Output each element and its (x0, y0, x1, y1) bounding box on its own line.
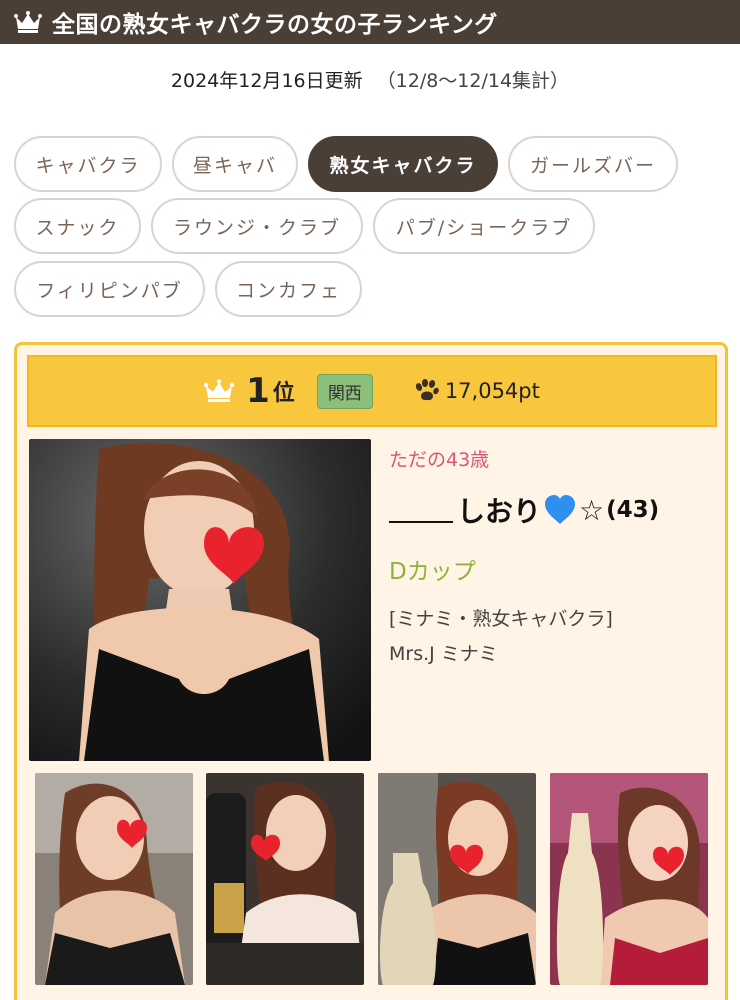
tab-label: キャバクラ (35, 154, 141, 177)
rank-header: 1 位 関西 17,054pt (27, 355, 717, 427)
tab-daytime-cabaret[interactable]: 昼キャバ (172, 136, 298, 192)
rank-number: 1 (246, 371, 270, 411)
region-badge: 関西 (316, 373, 373, 409)
tab-label: フィリピンパブ (36, 279, 183, 302)
main-profile-photo[interactable] (29, 439, 371, 761)
page-header: 全国の熟女キャバクラの女の子ランキング (0, 0, 740, 44)
catch-copy: ただの43歳 (389, 449, 490, 471)
tab-pub-show-club[interactable]: パブ/ショークラブ (373, 198, 595, 254)
name-suffix: ☆ (579, 493, 605, 527)
profile-thumbnail-1[interactable] (35, 773, 193, 985)
rank-suffix: 位 (272, 381, 295, 406)
tab-mature-cabaret[interactable]: 熟女キャバクラ (308, 136, 498, 192)
cup-size: Dカップ (389, 559, 476, 585)
tab-label: ラウンジ・クラブ (172, 216, 341, 239)
update-info: 2024年12月16日更新 （12/8〜12/14集計） (0, 66, 740, 93)
profile-name-row[interactable]: しおり ☆ (43) (389, 490, 719, 530)
profile-info: ただの43歳 しおり ☆ (43) Dカップ [ミナミ・熟女キャバクラ] Mrs… (389, 445, 719, 666)
crown-icon (204, 379, 235, 402)
tab-label: パブ/ショークラブ (395, 216, 573, 239)
tab-label: コンカフェ (235, 279, 341, 302)
crown-icon (14, 11, 42, 33)
ranking-points: 17,054pt (444, 379, 540, 403)
shop-name[interactable]: Mrs.J ミナミ (389, 639, 719, 666)
profile-thumbnail-4[interactable] (550, 773, 708, 985)
tab-cabaret[interactable]: キャバクラ (14, 136, 162, 192)
tab-label: 昼キャバ (192, 154, 277, 177)
update-date: 2024年12月16日更新 (170, 70, 363, 92)
tab-philippine-pub[interactable]: フィリピンパブ (14, 261, 205, 317)
profile-thumbnail-3[interactable] (378, 773, 536, 985)
profile-name: しおり (457, 495, 542, 528)
tab-concept-cafe[interactable]: コンカフェ (215, 261, 362, 317)
ranking-card[interactable]: 1 位 関西 17,054pt ただの43歳 しおり ☆ (43) Dカップ [… (14, 342, 728, 1000)
tab-lounge-club[interactable]: ラウンジ・クラブ (151, 198, 363, 254)
shop-category[interactable]: [ミナミ・熟女キャバクラ] (389, 604, 719, 631)
aggregation-range: （12/8〜12/14集計） (376, 70, 570, 92)
profile-thumbnail-2[interactable] (206, 773, 364, 985)
tab-snack[interactable]: スナック (14, 198, 141, 254)
paw-icon (415, 379, 439, 401)
tab-girls-bar[interactable]: ガールズバー (508, 136, 678, 192)
blue-heart-icon (545, 495, 576, 524)
tab-label: ガールズバー (529, 154, 656, 177)
page-title: 全国の熟女キャバクラの女の子ランキング (52, 12, 498, 38)
tab-label: 熟女キャバクラ (329, 154, 477, 177)
tab-label: スナック (35, 216, 120, 239)
profile-age: (43) (606, 497, 660, 523)
name-underline (389, 497, 453, 523)
